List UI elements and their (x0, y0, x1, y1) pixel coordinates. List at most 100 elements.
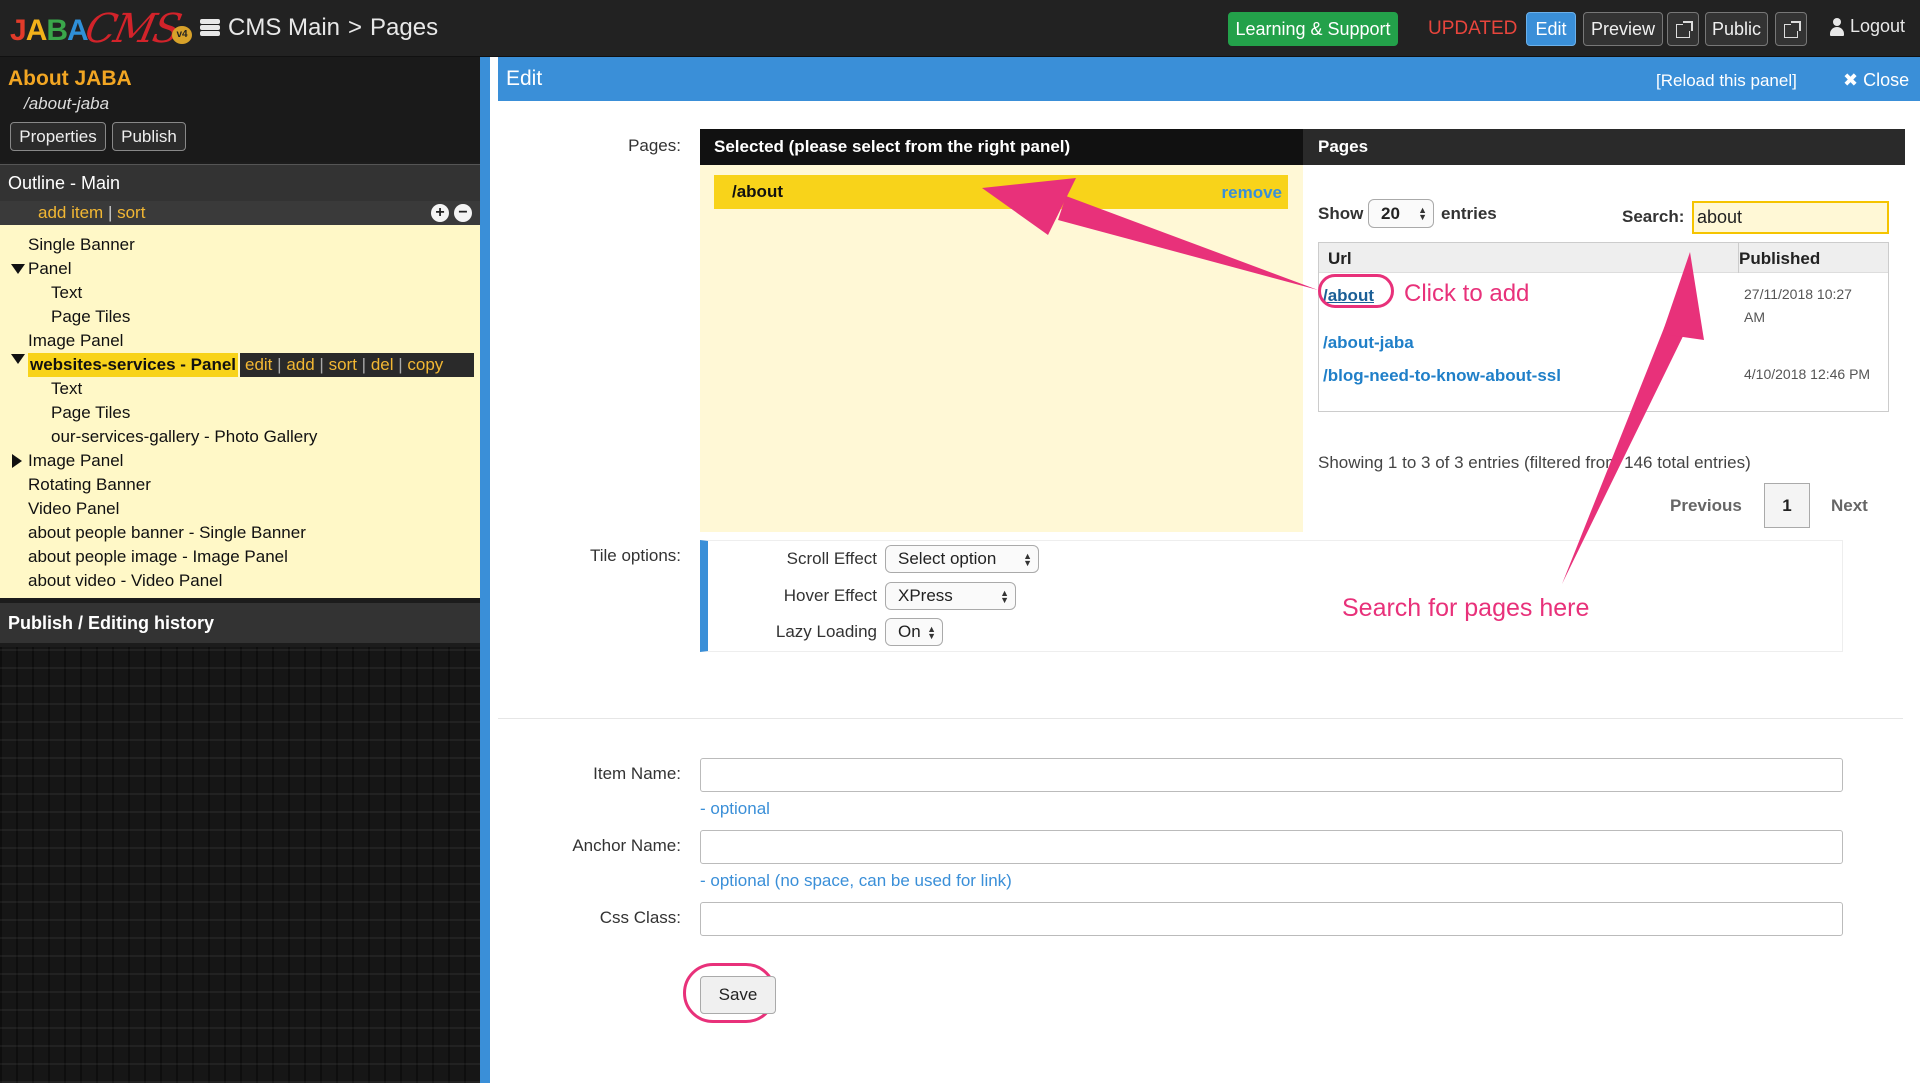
anchor-name-input[interactable] (700, 830, 1843, 864)
breadcrumb-root[interactable]: CMS Main (228, 14, 340, 42)
logout-button[interactable]: Logout (1830, 16, 1905, 37)
add-item-link[interactable]: add item (38, 203, 103, 222)
close-button[interactable]: ✖ Close (1843, 70, 1909, 91)
node-add-link[interactable]: add (286, 355, 314, 374)
previous-page-button[interactable]: Previous (1670, 496, 1742, 516)
tree-item[interactable]: Single Banner (28, 233, 135, 257)
expand-all-icon[interactable]: + (431, 204, 449, 222)
lazy-loading-label: Lazy Loading (775, 622, 877, 641)
column-header-url[interactable]: Url (1328, 249, 1352, 269)
entries-select[interactable]: 20 ▲ ▼ (1368, 199, 1434, 228)
panel-divider[interactable] (480, 57, 490, 1083)
css-class-input[interactable] (700, 902, 1843, 936)
tree-item[interactable]: about people banner - Single Banner (28, 521, 306, 545)
breadcrumb: CMS Main > Pages (200, 14, 438, 42)
annotation-click-to-add: Click to add (1404, 280, 1530, 307)
edit-header: Edit [Reload this panel] ✖ Close (498, 57, 1920, 101)
node-copy-link[interactable]: copy (407, 355, 443, 374)
tree-item[interactable]: Image Panel (28, 449, 123, 473)
reload-panel-link[interactable]: [Reload this panel] (1656, 71, 1797, 91)
user-icon (1830, 17, 1844, 36)
layers-icon (200, 19, 220, 37)
outline-actions: add item | sort + − (0, 201, 480, 225)
page-number-button[interactable]: 1 (1764, 483, 1810, 528)
logo-cms-text: CMS (81, 6, 184, 52)
item-name-input[interactable] (700, 758, 1843, 792)
tree-item[interactable]: Page Tiles (51, 305, 130, 329)
publish-button[interactable]: Publish (112, 122, 186, 151)
expanded-icon[interactable] (11, 354, 25, 364)
preview-external-button[interactable] (1667, 12, 1699, 46)
tree-item[interactable]: Page Tiles (51, 401, 130, 425)
hover-effect-select[interactable]: XPress ▲ ▼ (885, 582, 1016, 610)
publish-history-header[interactable]: Publish / Editing history (0, 603, 480, 643)
edit-title: Edit (506, 67, 543, 90)
sidebar: About JABA /about-jaba Properties Publis… (0, 57, 480, 1083)
next-page-button[interactable]: Next (1831, 496, 1868, 516)
close-icon: ✖ (1843, 70, 1859, 90)
public-button[interactable]: Public (1705, 12, 1768, 46)
page-row-published: 4/10/2018 12:46 PM (1744, 366, 1871, 382)
save-button[interactable]: Save (700, 976, 776, 1014)
tree-item[interactable]: Image Panel (28, 329, 123, 353)
page-url: /about-jaba (24, 94, 110, 113)
pages-table: Url Published /about 27/11/2018 10:27 AM… (1318, 242, 1889, 412)
status-updated: UPDATED (1428, 18, 1518, 39)
jaba-cms-logo[interactable]: JABA CMS v4 (8, 6, 192, 52)
tree-item[interactable]: Text (51, 377, 82, 401)
tree-item[interactable]: about video - Video Panel (28, 569, 222, 593)
external-link-icon (1784, 21, 1801, 38)
entries-value: 20 (1381, 204, 1400, 223)
logo-jaba-text: JABA (10, 14, 89, 47)
top-bar: JABA CMS v4 CMS Main > Pages Learning & … (0, 0, 1920, 57)
preview-button[interactable]: Preview (1583, 12, 1663, 46)
search-label: Search: (1622, 207, 1685, 226)
tree-item[interactable]: Text (51, 281, 82, 305)
hover-effect-value: XPress (898, 586, 953, 605)
tree-item[interactable]: Video Panel (28, 497, 119, 521)
outline-header[interactable]: Outline - Main (0, 164, 480, 201)
tree-item[interactable]: about people image - Image Panel (28, 545, 288, 569)
selected-page-url: /about (732, 182, 783, 201)
search-input[interactable]: about (1692, 201, 1889, 234)
scroll-effect-value: Select option (898, 549, 997, 568)
breadcrumb-current[interactable]: Pages (370, 14, 438, 42)
node-edit-link[interactable]: edit (245, 355, 272, 374)
collapsed-icon[interactable] (12, 454, 22, 468)
tree-item-actions: edit | add | sort | del | copy (240, 353, 474, 377)
sort-link[interactable]: sort (117, 203, 145, 222)
node-delete-link[interactable]: del (371, 355, 394, 374)
selected-page-item[interactable]: /about remove (714, 175, 1288, 209)
edit-mode-button[interactable]: Edit (1526, 12, 1576, 46)
page-row-link[interactable]: /blog-need-to-know-about-ssl (1323, 366, 1561, 386)
tree-item[interactable]: Rotating Banner (28, 473, 151, 497)
page-row-link[interactable]: /about-jaba (1323, 333, 1414, 353)
properties-button[interactable]: Properties (10, 122, 106, 151)
anchor-name-label: Anchor Name: (572, 836, 681, 855)
select-arrows-icon: ▲ ▼ (1000, 588, 1009, 605)
learning-support-button[interactable]: Learning & Support (1228, 12, 1398, 46)
column-header-published[interactable]: Published (1739, 249, 1820, 269)
public-external-button[interactable] (1775, 12, 1807, 46)
remove-link[interactable]: remove (1222, 183, 1282, 203)
separator: | (107, 203, 113, 222)
expanded-icon[interactable] (11, 264, 25, 274)
tree-item-selected[interactable]: websites-services - Panel (28, 353, 239, 377)
select-arrows-icon: ▲ ▼ (927, 624, 936, 641)
scroll-effect-select[interactable]: Select option ▲ ▼ (885, 545, 1039, 573)
page-header: About JABA /about-jaba Properties Publis… (0, 57, 480, 162)
scroll-effect-label: Scroll Effect (786, 549, 877, 568)
selected-pages-header: Selected (please select from the right p… (700, 129, 1303, 165)
node-sort-link[interactable]: sort (329, 355, 357, 374)
select-arrows-icon: ▲ ▼ (1023, 551, 1032, 568)
tree-item[interactable]: our-services-gallery - Photo Gallery (51, 425, 317, 449)
lazy-loading-value: On (898, 622, 921, 641)
pages-panel-header: Pages (1303, 129, 1905, 165)
outline-tree: Single Banner Panel Text Page Tiles Imag… (0, 225, 480, 598)
item-name-label: Item Name: (593, 764, 681, 783)
lazy-loading-select[interactable]: On ▲ ▼ (885, 618, 943, 646)
tree-item[interactable]: Panel (28, 257, 71, 281)
selected-pages-list (700, 165, 1303, 532)
hover-effect-label: Hover Effect (783, 586, 877, 605)
collapse-all-icon[interactable]: − (454, 204, 472, 222)
